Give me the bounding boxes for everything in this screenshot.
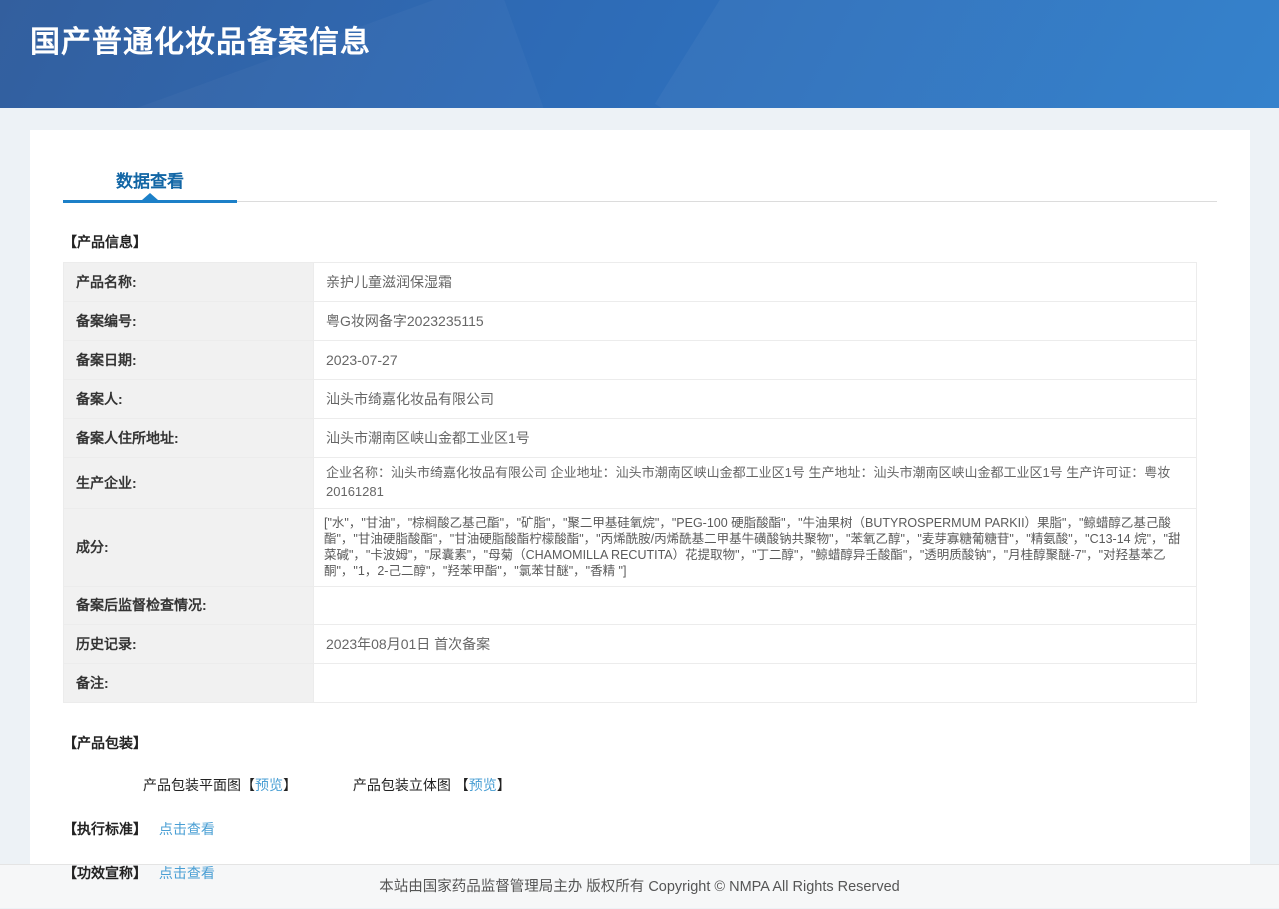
bracket-close: 】 bbox=[496, 776, 511, 793]
row-value bbox=[313, 662, 1197, 703]
row-label: 成分: bbox=[63, 507, 314, 587]
table-row: 备案编号: 粤G妆网备字2023235115 bbox=[63, 301, 1197, 341]
tab-active-indicator bbox=[63, 200, 237, 203]
table-row: 历史记录: 2023年08月01日 首次备案 bbox=[63, 623, 1197, 664]
packaging-line: 产品包装平面图【预览】 产品包装立体图 【预览】 bbox=[143, 775, 1217, 795]
row-value: 亲护儿童滋润保湿霜 bbox=[313, 262, 1197, 302]
packaging-flat-item: 产品包装平面图【预览】 bbox=[143, 775, 297, 795]
tab-bar: 数据查看 bbox=[63, 158, 1217, 203]
product-info-table: 产品名称: 亲护儿童滋润保湿霜 备案编号: 粤G妆网备字2023235115 备… bbox=[63, 262, 1197, 703]
standards-line: 【执行标准】 点击查看 bbox=[63, 819, 1217, 839]
row-value: 汕头市潮南区峡山金都工业区1号 bbox=[313, 418, 1197, 458]
standards-view-link[interactable]: 点击查看 bbox=[159, 821, 215, 837]
page-title: 国产普通化妆品备案信息 bbox=[30, 26, 371, 59]
row-value: 2023年08月01日 首次备案 bbox=[313, 623, 1197, 664]
efficacy-label: 【功效宣称】 bbox=[63, 864, 147, 881]
row-label: 生产企业: bbox=[63, 457, 314, 509]
bracket-open: 【 bbox=[454, 776, 469, 793]
table-row: 备案后监督检查情况: bbox=[63, 585, 1197, 625]
section-title-packaging: 【产品包装】 bbox=[63, 734, 147, 751]
row-value: 2023-07-27 bbox=[313, 340, 1197, 380]
row-label: 备案人: bbox=[63, 379, 314, 419]
preview-link-3d[interactable]: 预览 bbox=[469, 777, 497, 793]
table-row: 备案人住所地址: 汕头市潮南区峡山金都工业区1号 bbox=[63, 418, 1197, 458]
row-label: 历史记录: bbox=[63, 623, 314, 664]
table-row: 成分: ["水"，"甘油"，"棕榈酸乙基己酯"，"矿脂"，"聚二甲基硅氧烷"，"… bbox=[63, 507, 1197, 587]
bracket-open: 【 bbox=[241, 776, 255, 793]
row-value: ["水"，"甘油"，"棕榈酸乙基己酯"，"矿脂"，"聚二甲基硅氧烷"，"PEG-… bbox=[313, 507, 1197, 587]
packaging-flat-label: 产品包装平面图 bbox=[143, 776, 241, 793]
table-row: 产品名称: 亲护儿童滋润保湿霜 bbox=[63, 262, 1197, 302]
row-label: 产品名称: bbox=[63, 262, 314, 302]
row-label: 备案人住所地址: bbox=[63, 418, 314, 458]
efficacy-view-link[interactable]: 点击查看 bbox=[159, 865, 215, 881]
tab-data-view[interactable]: 数据查看 bbox=[63, 167, 237, 192]
content-card: 数据查看 【产品信息】 产品名称: 亲护儿童滋润保湿霜 备案编号: 粤G妆网备字… bbox=[30, 130, 1250, 881]
table-row: 备案人: 汕头市绮嘉化妆品有限公司 bbox=[63, 379, 1197, 419]
table-row: 备注: bbox=[63, 662, 1197, 703]
packaging-solid-item: 产品包装立体图 【预览】 bbox=[353, 775, 511, 795]
content-area: 数据查看 【产品信息】 产品名称: 亲护儿童滋润保湿霜 备案编号: 粤G妆网备字… bbox=[0, 108, 1279, 881]
row-value: 企业名称：汕头市绮嘉化妆品有限公司 企业地址：汕头市潮南区峡山金都工业区1号 生… bbox=[313, 457, 1197, 509]
row-value: 汕头市绮嘉化妆品有限公司 bbox=[313, 379, 1197, 419]
row-value bbox=[313, 585, 1197, 625]
table-row: 备案日期: 2023-07-27 bbox=[63, 340, 1197, 380]
row-value: 粤G妆网备字2023235115 bbox=[313, 301, 1197, 341]
row-label: 备案后监督检查情况: bbox=[63, 585, 314, 625]
bracket-close: 】 bbox=[283, 776, 297, 793]
standards-label: 【执行标准】 bbox=[63, 820, 147, 837]
row-label: 备案编号: bbox=[63, 301, 314, 341]
row-label: 备案日期: bbox=[63, 340, 314, 380]
page-header: 国产普通化妆品备案信息 bbox=[0, 0, 1279, 108]
packaging-solid-label: 产品包装立体图 bbox=[352, 776, 455, 793]
row-label: 备注: bbox=[63, 662, 314, 703]
preview-link-flat[interactable]: 预览 bbox=[255, 777, 283, 793]
table-row: 生产企业: 企业名称：汕头市绮嘉化妆品有限公司 企业地址：汕头市潮南区峡山金都工… bbox=[63, 457, 1197, 509]
footer-copyright: 本站由国家药品监督管理局主办 版权所有 Copyright © NMPA All… bbox=[379, 879, 900, 895]
section-title-product-info: 【产品信息】 bbox=[63, 234, 147, 250]
